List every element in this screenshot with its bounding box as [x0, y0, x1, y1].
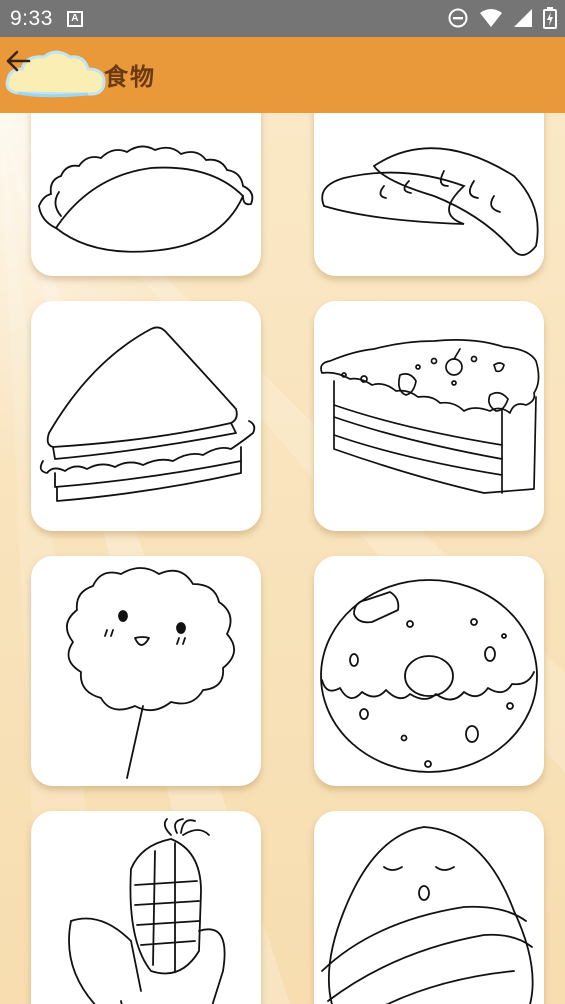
- status-bar: 9:33 A: [0, 0, 565, 37]
- arrow-left-icon: [6, 50, 31, 72]
- status-icons: [447, 7, 557, 29]
- notification-icon: A: [66, 10, 83, 27]
- food-card-donut[interactable]: [314, 556, 544, 786]
- cake-slice-drawing: [320, 339, 540, 494]
- battery-icon: [543, 7, 557, 29]
- wifi-icon: [480, 9, 502, 27]
- corn-drawing: [68, 818, 226, 1004]
- back-button[interactable]: [4, 49, 108, 99]
- cotton-candy-drawing: [66, 567, 235, 779]
- signal-icon: [514, 9, 532, 27]
- food-card-bread[interactable]: [314, 113, 544, 276]
- rice-dumpling-drawing: [321, 826, 534, 1004]
- drawing-grid: [0, 113, 565, 1004]
- food-card-cake[interactable]: [314, 301, 544, 531]
- dumpling-drawing: [38, 145, 254, 253]
- donut-drawing: [320, 579, 538, 773]
- food-card-dumpling[interactable]: [31, 113, 261, 276]
- status-time: 9:33: [10, 6, 53, 30]
- bread-drawing: [321, 147, 539, 256]
- food-card-corn[interactable]: [31, 811, 261, 1004]
- sandwich-drawing: [39, 326, 256, 502]
- app-bar: 食物: [0, 37, 565, 113]
- food-card-sandwich[interactable]: [31, 301, 261, 531]
- food-card-cotton-candy[interactable]: [31, 556, 261, 786]
- do-not-disturb-icon: [448, 8, 468, 28]
- food-card-rice-dumpling[interactable]: [314, 811, 544, 1004]
- page-title: 食物: [104, 63, 156, 91]
